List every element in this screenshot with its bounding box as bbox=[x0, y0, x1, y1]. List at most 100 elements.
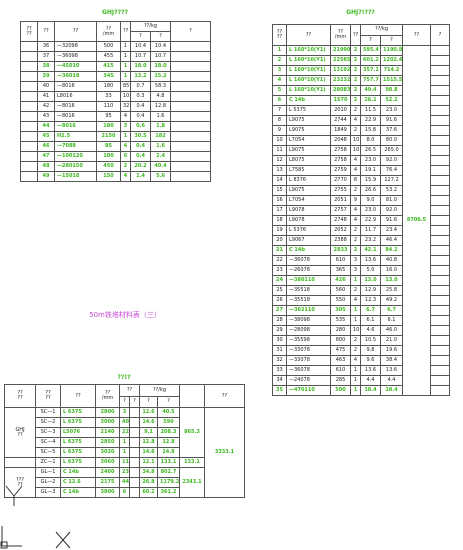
row-length: 550 bbox=[330, 295, 351, 306]
table-row: 46 —7088 85 4 0.4 1.6 bbox=[20, 141, 211, 152]
tl-header-weight-total: ? bbox=[150, 31, 171, 42]
row-spec: —32098 bbox=[54, 41, 97, 52]
row-spec: —380110 bbox=[286, 275, 331, 286]
row-qty-b bbox=[129, 427, 140, 438]
row-weight-total: 16.0 bbox=[380, 265, 403, 276]
row-qty: 4 bbox=[350, 115, 361, 126]
row-qty: 2 bbox=[350, 285, 361, 296]
row-remark bbox=[430, 345, 450, 356]
row-spec: —36098 bbox=[54, 51, 97, 62]
row-number: 12 bbox=[272, 155, 287, 166]
row-weight-total: 12.8 bbox=[157, 437, 180, 448]
row-length: 95 bbox=[96, 111, 121, 122]
group-spacer bbox=[4, 457, 36, 468]
row-spec: L9075 bbox=[286, 115, 331, 126]
row-remark bbox=[170, 151, 211, 162]
row-number: 43 bbox=[37, 111, 55, 122]
row-remark bbox=[430, 95, 450, 106]
row-weight-single: 13.6 bbox=[360, 365, 381, 376]
row-weight-total: 133.1 bbox=[157, 457, 180, 468]
row-number: 9 bbox=[272, 125, 287, 136]
row-spec: —35518 bbox=[286, 295, 331, 306]
row-length: 110 bbox=[96, 101, 121, 112]
row-remark bbox=[430, 125, 450, 136]
row-number: 21 bbox=[272, 245, 287, 256]
row-length: 85 bbox=[96, 141, 121, 152]
row-qty: 2 bbox=[350, 55, 361, 66]
row-weight-single: 10.4 bbox=[130, 41, 151, 52]
row-remark bbox=[430, 205, 450, 216]
row-weight-single: 4.4 bbox=[360, 375, 381, 386]
row-qty: 3 bbox=[350, 255, 361, 266]
row-spec: —8016 bbox=[54, 111, 97, 122]
row-spec: —7088 bbox=[54, 141, 97, 152]
row-remark bbox=[430, 315, 450, 326]
row-length: 285 bbox=[330, 375, 351, 386]
row-length: 180 bbox=[96, 81, 121, 92]
row-qty-b bbox=[129, 487, 140, 498]
row-weight-single: 19.1 bbox=[360, 165, 381, 176]
table-row: 45 H2.5 2150 1 30.5 182 bbox=[20, 131, 211, 142]
row-remark bbox=[170, 51, 211, 62]
row-length: 3020 bbox=[95, 447, 120, 458]
row-length: 415 bbox=[96, 61, 121, 72]
row-group-cell bbox=[20, 71, 38, 82]
row-length: 426 bbox=[330, 275, 351, 286]
row-group-cell bbox=[20, 91, 38, 102]
row-remark bbox=[430, 225, 450, 236]
bl-header-length: ?? /mm bbox=[95, 384, 120, 408]
row-qty-b bbox=[129, 417, 140, 428]
bl-header-qty-a: ? bbox=[119, 395, 130, 408]
row-weight-total: 1202.4 bbox=[380, 55, 403, 66]
row-remark bbox=[430, 255, 450, 266]
row-weight-single: 23.0 bbox=[360, 205, 381, 216]
row-length: 2400 bbox=[95, 467, 120, 478]
row-group-cell bbox=[20, 171, 38, 182]
row-group-cell bbox=[20, 61, 38, 72]
row-number: 46 bbox=[37, 141, 55, 152]
row-spec: H2.5 bbox=[54, 131, 97, 142]
row-group-cell bbox=[20, 41, 38, 52]
row-number: 22 bbox=[272, 255, 287, 266]
bl-header-group: ?? ?? bbox=[4, 384, 36, 408]
row-number: 7 bbox=[272, 105, 287, 116]
bottom-left-title: ??!? bbox=[117, 374, 131, 381]
row-qty-b bbox=[129, 457, 140, 468]
row-length: 1849 bbox=[330, 125, 351, 136]
table-row: 47 —100120 100 6 0.4 2.4 bbox=[20, 151, 211, 162]
row-qty: 2 bbox=[350, 245, 361, 256]
row-weight-single: 9.0 bbox=[360, 195, 381, 206]
row-number: 35 bbox=[272, 385, 287, 396]
row-weight-total: 98.8 bbox=[380, 85, 403, 96]
row-length: 610 bbox=[330, 365, 351, 376]
row-spec: —24078 bbox=[286, 375, 331, 386]
row-weight-single: 6.1 bbox=[360, 315, 381, 326]
row-remark bbox=[170, 61, 211, 72]
row-length: 13192 bbox=[330, 65, 351, 76]
row-weight-single: 0.6 bbox=[130, 121, 151, 132]
row-remark bbox=[430, 295, 450, 306]
row-spec: L 160*10(Y1) bbox=[286, 45, 331, 56]
row-weight-single: 12.1 bbox=[139, 457, 158, 468]
subtotal-gl: 2343.1 bbox=[179, 467, 205, 498]
row-remark bbox=[430, 245, 450, 256]
row-number: 10 bbox=[272, 135, 287, 146]
row-qty: 2 bbox=[350, 125, 361, 136]
row-number: 13 bbox=[272, 165, 287, 176]
row-number: 26 bbox=[272, 295, 287, 306]
row-length: 2175 bbox=[95, 477, 120, 488]
right-table: ?? ?? ?? ?? /mm ?? ??/kg ?? ? ? ? 1L 160… bbox=[272, 24, 450, 396]
row-weight-single: 12.8 bbox=[139, 437, 158, 448]
row-length: 2757 bbox=[330, 205, 351, 216]
row-weight-single: 12.6 bbox=[139, 407, 158, 418]
row-weight-single: 34.8 bbox=[139, 467, 158, 478]
row-number: 3 bbox=[272, 65, 287, 76]
row-qty: 32 bbox=[120, 101, 131, 112]
top-left-title: GHJ???? bbox=[101, 9, 129, 16]
row-number: 37 bbox=[37, 51, 55, 62]
row-qty: 6 bbox=[120, 151, 131, 162]
row-weight-total: 84.2 bbox=[380, 245, 403, 256]
row-qty: 2 bbox=[350, 105, 361, 116]
table-row: 48 —280150 450 2 20.2 40.4 bbox=[20, 161, 211, 172]
row-weight-single: 49.4 bbox=[360, 85, 381, 96]
